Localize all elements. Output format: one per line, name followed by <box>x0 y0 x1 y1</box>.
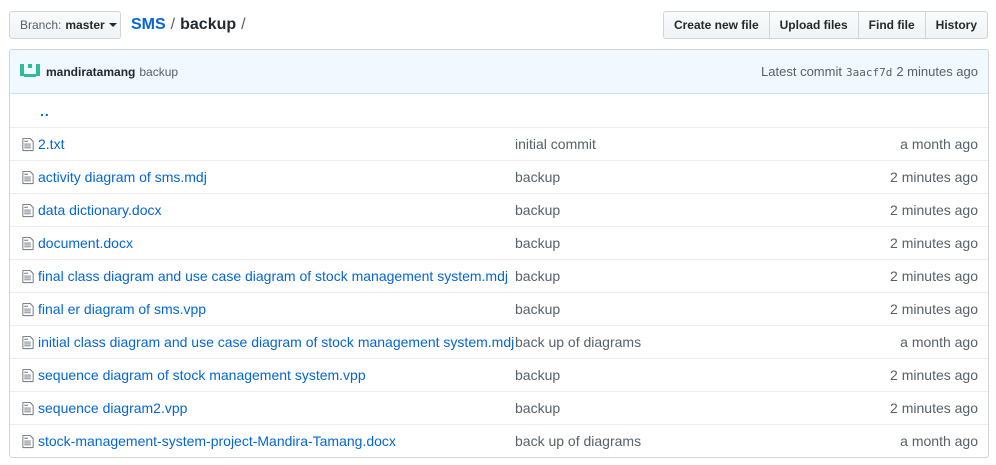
file-name-link[interactable]: final er diagram of sms.vpp <box>30 301 515 317</box>
file-commit-message-link[interactable]: back up of diagrams <box>515 334 828 350</box>
breadcrumb-separator: / <box>170 16 176 33</box>
branch-name: master <box>65 18 105 32</box>
file-age: a month ago <box>900 433 978 449</box>
file-commit-message-link[interactable]: backup <box>515 202 828 218</box>
file-name-link[interactable]: sequence diagram of stock management sys… <box>30 367 515 383</box>
file-name-link[interactable]: stock-management-system-project-Mandira-… <box>30 433 515 449</box>
upload-files-button[interactable]: Upload files <box>768 11 859 39</box>
file-name-link[interactable]: sequence diagram2.vpp <box>30 400 515 416</box>
file-row: sequence diagram of stock management sys… <box>10 358 988 391</box>
file-age: a month ago <box>900 334 978 350</box>
file-name-link[interactable]: initial class diagram and use case diagr… <box>30 334 515 350</box>
file-name-link[interactable]: final class diagram and use case diagram… <box>30 268 515 284</box>
file-age: 2 minutes ago <box>890 235 978 251</box>
file-name-link[interactable]: document.docx <box>30 235 515 251</box>
file-row: sequence diagram2.vpp backup 2 minutes ago <box>10 391 988 424</box>
file-actions-group: Create new file Upload files Find file H… <box>662 11 988 39</box>
breadcrumb-repo-link[interactable]: SMS <box>131 16 166 33</box>
file-commit-message-link[interactable]: backup <box>515 301 828 317</box>
file-commit-message-link[interactable]: backup <box>515 400 828 416</box>
file-row: 2.txt initial commit a month ago <box>10 127 988 160</box>
repo-toolbar: Branch: master SMS / backup / Create new fi… <box>9 11 988 40</box>
file-age: a month ago <box>900 136 978 152</box>
latest-commit-bar: mandiratamang backup Latest commit 3aacf7… <box>10 50 988 94</box>
file-list: 2.txt initial commit a month ago activity d… <box>10 127 988 457</box>
branch-select-button[interactable]: Branch: master <box>9 11 121 39</box>
file-row: initial class diagram and use case diagr… <box>10 325 988 358</box>
file-row: activity diagram of sms.mdj backup 2 minut… <box>10 160 988 193</box>
file-name-link[interactable]: data dictionary.docx <box>30 202 515 218</box>
breadcrumb-current-folder: backup <box>180 16 237 33</box>
file-age: 2 minutes ago <box>890 301 978 317</box>
file-commit-message-link[interactable]: backup <box>515 169 828 185</box>
file-age: 2 minutes ago <box>890 400 978 416</box>
file-commit-message-link[interactable]: initial commit <box>515 136 828 152</box>
chevron-down-icon <box>108 23 117 27</box>
parent-directory-row: .. <box>10 94 988 127</box>
history-button[interactable]: History <box>924 11 988 39</box>
breadcrumb-trailing-separator: / <box>241 16 246 33</box>
file-row: document.docx backup 2 minutes ago <box>10 226 988 259</box>
file-commit-message-link[interactable]: backup <box>515 367 828 383</box>
file-age: 2 minutes ago <box>890 202 978 218</box>
commit-message-link[interactable]: backup <box>139 65 178 79</box>
file-commit-message-link[interactable]: backup <box>515 268 828 284</box>
breadcrumb: SMS / backup / <box>131 14 251 36</box>
file-age: 2 minutes ago <box>890 169 978 185</box>
latest-commit-label: Latest commit <box>761 64 842 79</box>
file-age: 2 minutes ago <box>890 367 978 383</box>
commit-author-link[interactable]: mandiratamang <box>46 65 135 79</box>
file-row: stock-management-system-project-Mandira-… <box>10 424 988 457</box>
file-row: final er diagram of sms.vpp backup 2 minut… <box>10 292 988 325</box>
commit-age: 2 minutes ago <box>896 64 978 79</box>
find-file-button[interactable]: Find file <box>857 11 926 39</box>
avatar[interactable] <box>20 62 40 82</box>
file-commit-message-link[interactable]: backup <box>515 235 828 251</box>
file-commit-message-link[interactable]: back up of diagrams <box>515 433 828 449</box>
commit-sha-link[interactable]: 3aacf7d <box>846 66 892 79</box>
file-table: mandiratamang backup Latest commit 3aacf7… <box>9 49 989 458</box>
file-row: final class diagram and use case diagram… <box>10 259 988 292</box>
create-new-file-button[interactable]: Create new file <box>662 11 770 39</box>
file-row: data dictionary.docx backup 2 minutes ago <box>10 193 988 226</box>
latest-commit-info: Latest commit 3aacf7d 2 minutes ago <box>761 64 978 79</box>
branch-prefix-label: Branch: <box>20 18 62 32</box>
file-age: 2 minutes ago <box>890 268 978 284</box>
file-name-link[interactable]: activity diagram of sms.mdj <box>30 169 515 185</box>
file-name-link[interactable]: 2.txt <box>30 136 515 152</box>
parent-directory-link[interactable]: .. <box>40 103 50 119</box>
